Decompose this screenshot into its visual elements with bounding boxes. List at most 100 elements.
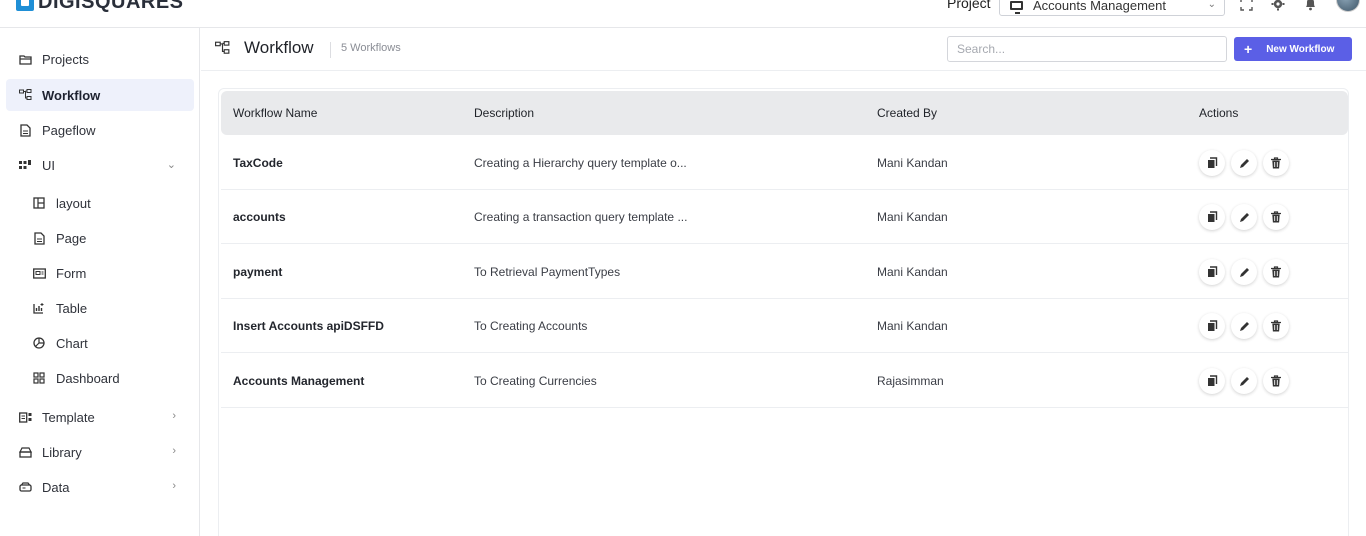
table-row[interactable]: Accounts Management To Creating Currenci…: [221, 354, 1348, 408]
pencil-icon: [1239, 212, 1249, 222]
sidebar: Projects Workflow Pageflow UI ⌄ layout P…: [0, 28, 200, 536]
page-icon: [32, 231, 46, 245]
workflow-created-by: Mani Kandan: [877, 265, 948, 279]
sidebar-item-projects[interactable]: Projects: [6, 43, 194, 75]
folder-icon: [18, 52, 32, 66]
edit-button[interactable]: [1231, 313, 1257, 339]
workflow-created-by: Mani Kandan: [877, 319, 948, 333]
sidebar-item-workflow[interactable]: Workflow: [6, 79, 194, 111]
chevron-right-icon: ›: [172, 480, 176, 492]
copy-button[interactable]: [1199, 368, 1225, 394]
table-header: Workflow Name Description Created By Act…: [221, 91, 1348, 135]
sidebar-item-label: Dashboard: [56, 370, 120, 386]
sidebar-item-page[interactable]: Page: [20, 222, 194, 254]
chevron-down-icon: ⌄: [1207, 0, 1216, 10]
main-content: Workflow 5 Workflows + New Workflow Work…: [201, 28, 1366, 536]
edit-button[interactable]: [1231, 368, 1257, 394]
table-row[interactable]: accounts Creating a transaction query te…: [221, 190, 1348, 244]
workflow-name[interactable]: Insert Accounts apiDSFFD: [233, 319, 384, 333]
sidebar-item-table[interactable]: Table: [20, 292, 194, 324]
gear-icon[interactable]: [1270, 0, 1286, 12]
edit-button[interactable]: [1231, 204, 1257, 230]
search-input[interactable]: [947, 36, 1227, 62]
workflow-description: Creating a transaction query template ..…: [474, 210, 688, 224]
copy-icon: [1207, 320, 1217, 331]
sidebar-item-template[interactable]: Template ›: [6, 401, 194, 433]
sidebar-item-label: UI: [42, 157, 55, 173]
layout-icon: [32, 196, 46, 210]
trash-icon: [1271, 375, 1281, 387]
sidebar-item-layout[interactable]: layout: [20, 187, 194, 219]
sidebar-item-ui[interactable]: UI ⌄: [6, 149, 194, 181]
column-header-created-by: Created By: [877, 106, 938, 120]
workflow-name[interactable]: payment: [233, 265, 282, 279]
monitor-icon: [1010, 0, 1023, 14]
document-icon: [18, 123, 32, 137]
chevron-right-icon: ›: [172, 410, 176, 422]
data-icon: [18, 480, 32, 494]
project-select[interactable]: Accounts Management ⌄: [999, 0, 1225, 16]
workflow-name[interactable]: Accounts Management: [233, 374, 364, 388]
workflow-count: 5 Workflows: [341, 42, 401, 54]
new-workflow-button[interactable]: + New Workflow: [1234, 37, 1352, 61]
page-title: Workflow: [244, 38, 314, 57]
avatar[interactable]: [1336, 0, 1360, 12]
trash-icon: [1271, 211, 1281, 223]
workflow-description: Creating a Hierarchy query template o...: [474, 156, 687, 170]
workflow-name[interactable]: accounts: [233, 210, 286, 224]
delete-button[interactable]: [1263, 150, 1289, 176]
table-row[interactable]: TaxCode Creating a Hierarchy query templ…: [221, 136, 1348, 190]
project-label: Project: [947, 0, 991, 11]
header-divider: [330, 42, 331, 58]
column-header-actions: Actions: [1199, 106, 1239, 120]
brand-name: DIGISQUARES: [38, 0, 184, 13]
pencil-icon: [1239, 267, 1249, 277]
copy-button[interactable]: [1199, 150, 1225, 176]
copy-icon: [1207, 211, 1217, 222]
copy-button[interactable]: [1199, 259, 1225, 285]
table-icon: [32, 301, 46, 315]
sidebar-item-label: Projects: [42, 51, 89, 67]
sidebar-item-library[interactable]: Library ›: [6, 436, 194, 468]
sidebar-item-label: Data: [42, 479, 70, 495]
edit-button[interactable]: [1231, 259, 1257, 285]
pencil-icon: [1239, 376, 1249, 386]
copy-icon: [1207, 157, 1217, 168]
workflow-created-by: Mani Kandan: [877, 156, 948, 170]
edit-button[interactable]: [1231, 150, 1257, 176]
workflow-created-by: Rajasimman: [877, 374, 944, 388]
sidebar-item-chart[interactable]: Chart: [20, 327, 194, 359]
workflow-icon: [215, 41, 230, 60]
copy-button[interactable]: [1199, 204, 1225, 230]
plus-icon: +: [1244, 41, 1253, 57]
chevron-right-icon: ›: [172, 445, 176, 457]
workflow-created-by: Mani Kandan: [877, 210, 948, 224]
sidebar-item-form[interactable]: Form: [20, 257, 194, 289]
brand-logo[interactable]: DIGISQUARES: [16, 0, 184, 12]
sidebar-item-label: Workflow: [42, 87, 101, 103]
sidebar-item-label: layout: [56, 195, 91, 211]
chart-icon: [32, 336, 46, 350]
sidebar-item-label: Template: [42, 409, 95, 425]
sidebar-item-label: Chart: [56, 335, 88, 351]
table-row[interactable]: Insert Accounts apiDSFFD To Creating Acc…: [221, 299, 1348, 353]
sidebar-item-dashboard[interactable]: Dashboard: [20, 362, 194, 394]
copy-icon: [1207, 375, 1217, 386]
delete-button[interactable]: [1263, 204, 1289, 230]
new-workflow-label: New Workflow: [1266, 43, 1335, 55]
fullscreen-icon[interactable]: [1238, 0, 1254, 12]
sidebar-item-label: Pageflow: [42, 122, 96, 138]
workflow-description: To Creating Currencies: [474, 374, 597, 388]
delete-button[interactable]: [1263, 368, 1289, 394]
bell-icon[interactable]: [1302, 0, 1318, 12]
workflow-description: To Creating Accounts: [474, 319, 588, 333]
sidebar-item-pageflow[interactable]: Pageflow: [6, 114, 194, 146]
project-select-value: Accounts Management: [1033, 0, 1166, 13]
table-row[interactable]: payment To Retrieval PaymentTypes Mani K…: [221, 245, 1348, 299]
copy-button[interactable]: [1199, 313, 1225, 339]
library-icon: [18, 445, 32, 459]
workflow-name[interactable]: TaxCode: [233, 156, 283, 170]
sidebar-item-data[interactable]: Data ›: [6, 471, 194, 503]
delete-button[interactable]: [1263, 313, 1289, 339]
delete-button[interactable]: [1263, 259, 1289, 285]
